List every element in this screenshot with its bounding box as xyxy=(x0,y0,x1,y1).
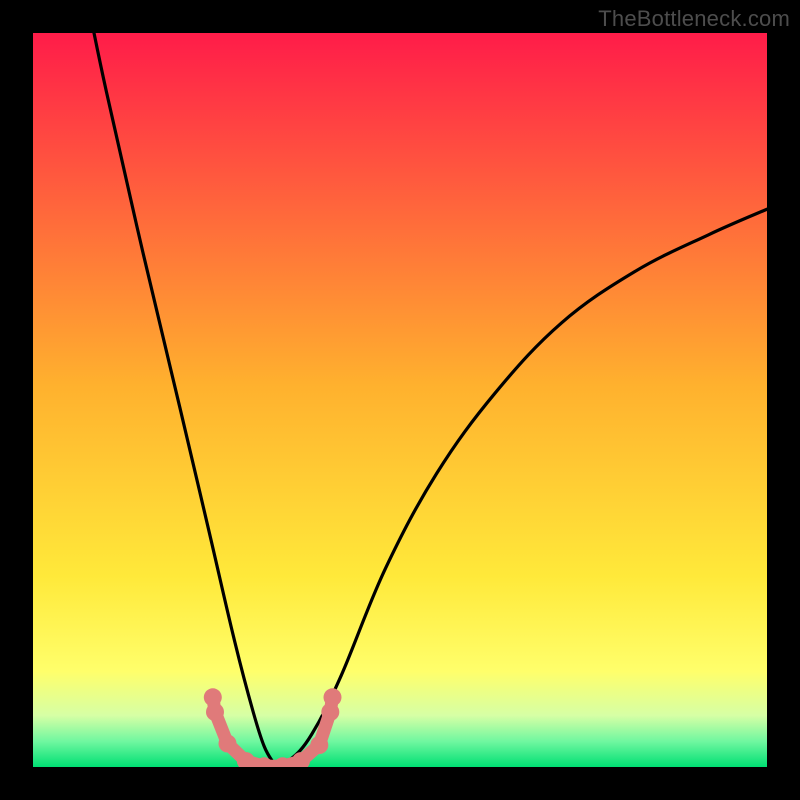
marker-dot xyxy=(310,736,328,754)
attribution-label: TheBottleneck.com xyxy=(598,6,790,32)
curve-markers xyxy=(204,688,342,767)
plot-area xyxy=(33,33,767,767)
curve-layer xyxy=(33,33,767,767)
chart-stage: TheBottleneck.com xyxy=(0,0,800,800)
marker-dot xyxy=(206,703,224,721)
marker-dot xyxy=(219,735,237,753)
bottleneck-curve xyxy=(88,33,767,763)
curve-left-branch xyxy=(88,33,274,763)
marker-dot xyxy=(324,688,342,706)
curve-right-branch xyxy=(274,209,767,763)
